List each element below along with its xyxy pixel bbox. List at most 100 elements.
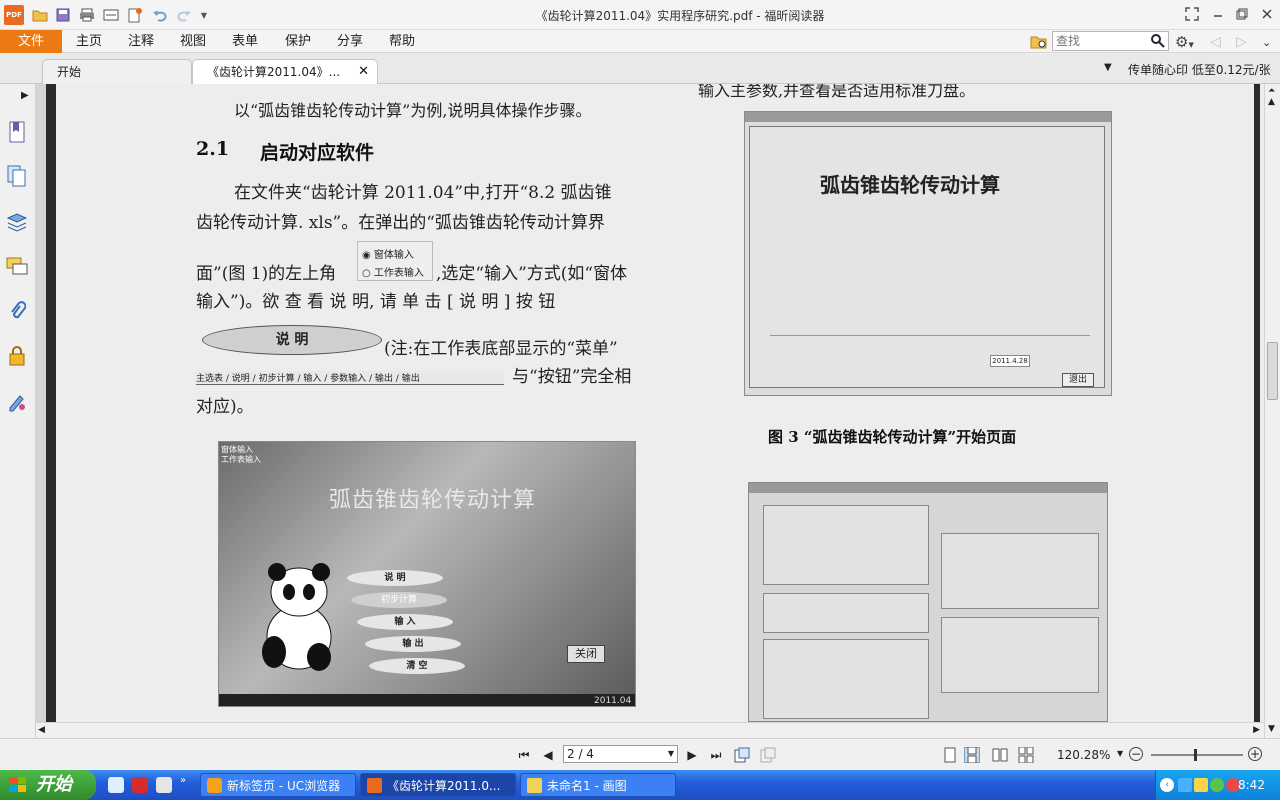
fig1-title: 弧齿锥齿轮传动计算	[329, 488, 537, 513]
last-page-icon[interactable]: ⏭	[708, 747, 724, 763]
continuous-page-icon[interactable]	[964, 747, 980, 763]
sheet-tab: 主选表	[196, 374, 224, 384]
doc-para-line-2: 齿轮传动计算. xls”。在弹出的“弧齿锥齿轮传动计算界	[196, 213, 605, 233]
pages-icon[interactable]	[6, 164, 28, 188]
scroll-right-icon[interactable]: ▶	[1253, 725, 1260, 735]
task-foxit-reader[interactable]: 《齿轮计算2011.0...	[360, 773, 516, 797]
fig1-radio-b: 工作表输入	[221, 455, 261, 464]
next-view-icon[interactable]	[760, 747, 776, 763]
undo-icon[interactable]	[152, 7, 168, 23]
menu-form[interactable]: 表单	[232, 30, 258, 53]
horizontal-scrollbar[interactable]: ◀ ▶	[36, 722, 1264, 738]
attachment-icon[interactable]	[6, 299, 28, 323]
search-icon[interactable]	[1150, 33, 1165, 51]
quicklaunch-doc-icon[interactable]	[156, 777, 172, 793]
folder-search-icon[interactable]	[1030, 33, 1048, 51]
quicklaunch-more-icon[interactable]: »	[180, 775, 186, 786]
page-number-value: 2 / 4	[567, 747, 594, 761]
windows-logo-icon	[8, 776, 28, 794]
fig1-clear-button: 清 空	[369, 658, 465, 674]
taskbar-clock[interactable]: 8:42	[1238, 778, 1265, 792]
vertical-scroll-thumb[interactable]	[1267, 342, 1278, 400]
facing-page-icon[interactable]	[992, 747, 1008, 763]
quick-access-dropdown-icon[interactable]: ▼	[196, 7, 212, 23]
fig4-group-right-a	[941, 533, 1099, 609]
search-input[interactable]	[1056, 33, 1151, 49]
zoom-slider-track[interactable]	[1151, 749, 1243, 761]
promo-text[interactable]: 传单随心印 低至0.12元/张	[1128, 61, 1271, 78]
tray-security-icon[interactable]	[1210, 778, 1224, 792]
app-logo-icon: PDF	[4, 5, 24, 25]
close-window-button[interactable]	[1257, 5, 1277, 23]
prev-view-icon[interactable]	[734, 747, 750, 763]
task-paint[interactable]: 未命名1 - 画图	[520, 773, 676, 797]
scroll-up-icon[interactable]: ▲	[1268, 97, 1275, 107]
panda-illustration	[259, 552, 339, 672]
open-folder-icon[interactable]	[32, 7, 48, 23]
search-next-icon[interactable]: ▷	[1236, 34, 1247, 50]
zoom-dropdown-icon[interactable]: ▼	[1117, 749, 1123, 758]
menu-home[interactable]: 主页	[76, 30, 102, 53]
uc-browser-icon	[207, 778, 222, 793]
zoom-out-icon[interactable]: −	[1129, 747, 1143, 761]
fullscreen-icon[interactable]	[1182, 5, 1202, 23]
bookmark-icon[interactable]	[6, 120, 28, 144]
menu-help[interactable]: 帮助	[389, 30, 415, 53]
scroll-down-icon[interactable]: ▼	[1268, 724, 1275, 734]
redo-icon[interactable]	[176, 7, 192, 23]
doc-para-line-7: 对应)。	[196, 397, 254, 417]
layers-icon[interactable]	[6, 210, 28, 234]
task-uc-browser[interactable]: 新标签页 - UC浏览器	[200, 773, 356, 797]
tray-network-icon[interactable]	[1178, 778, 1192, 792]
security-lock-icon[interactable]	[6, 344, 28, 368]
first-page-icon[interactable]: ⏮	[516, 747, 532, 763]
tab-start[interactable]: 开始	[42, 59, 192, 84]
print-icon[interactable]	[79, 7, 95, 23]
scroll-left-icon[interactable]: ◀	[38, 725, 45, 735]
continuous-facing-icon[interactable]	[1018, 747, 1034, 763]
tray-volume-icon[interactable]	[1194, 778, 1208, 792]
tray-collapse-icon[interactable]: ‹	[1160, 778, 1174, 792]
minimize-button[interactable]	[1208, 5, 1228, 23]
doc-para-line-4: 输入”)。欲 查 看 说 明, 请 单 击 [ 说 明 ] 按 钮	[196, 292, 556, 312]
zoom-in-icon[interactable]: +	[1248, 747, 1262, 761]
page-edge-right	[1254, 84, 1260, 722]
fig4-titlebar	[749, 483, 1107, 493]
menu-file[interactable]: 文件	[0, 30, 62, 53]
scroll-top-icon[interactable]: ⏶	[1268, 86, 1275, 96]
vertical-scrollbar[interactable]: ⏶ ▲ ▼	[1264, 84, 1280, 738]
restore-button[interactable]	[1232, 5, 1252, 23]
new-doc-icon[interactable]	[127, 7, 143, 23]
zoom-value[interactable]: 120.28%	[1057, 748, 1110, 762]
quicklaunch-ie-icon[interactable]	[108, 777, 124, 793]
expand-panel-icon[interactable]: ▶	[21, 90, 29, 101]
menu-comment[interactable]: 注释	[128, 30, 154, 53]
fig4-group-calc	[763, 639, 929, 719]
next-page-icon[interactable]: ▶	[684, 747, 700, 763]
promo-dropdown-icon[interactable]: ▼	[1104, 62, 1112, 73]
search-prev-icon[interactable]: ◁	[1210, 34, 1221, 50]
quicklaunch-app-icon[interactable]	[132, 777, 148, 793]
ribbon-collapse-icon[interactable]: ⌄	[1262, 36, 1271, 49]
save-icon[interactable]	[55, 7, 71, 23]
tab-document[interactable]: 《齿轮计算2011.04》... ✕	[192, 59, 378, 84]
search-box[interactable]	[1052, 31, 1169, 51]
page-number-select[interactable]: 2 / 4 ▼	[563, 745, 678, 763]
zoom-slider-thumb[interactable]	[1194, 749, 1197, 761]
fig4-group-cutter	[763, 593, 929, 633]
scan-icon[interactable]	[103, 7, 119, 23]
doc-heading: 启动对应软件	[260, 142, 375, 164]
panel-splitter[interactable]	[36, 84, 46, 722]
task-label: 《齿轮计算2011.0...	[387, 779, 501, 793]
menu-protect[interactable]: 保护	[285, 30, 311, 53]
menu-share[interactable]: 分享	[337, 30, 363, 53]
single-page-icon[interactable]	[942, 747, 958, 763]
comments-icon[interactable]	[6, 254, 28, 278]
settings-gear-icon[interactable]: ⚙▼	[1175, 33, 1199, 51]
menu-view[interactable]: 视图	[180, 30, 206, 53]
prev-page-icon[interactable]: ◀	[540, 747, 556, 763]
close-tab-icon[interactable]: ✕	[358, 60, 369, 84]
signature-icon[interactable]	[6, 389, 28, 413]
tab-label: 《齿轮计算2011.04》...	[207, 65, 341, 79]
page-select-dropdown-icon[interactable]: ▼	[668, 746, 674, 762]
